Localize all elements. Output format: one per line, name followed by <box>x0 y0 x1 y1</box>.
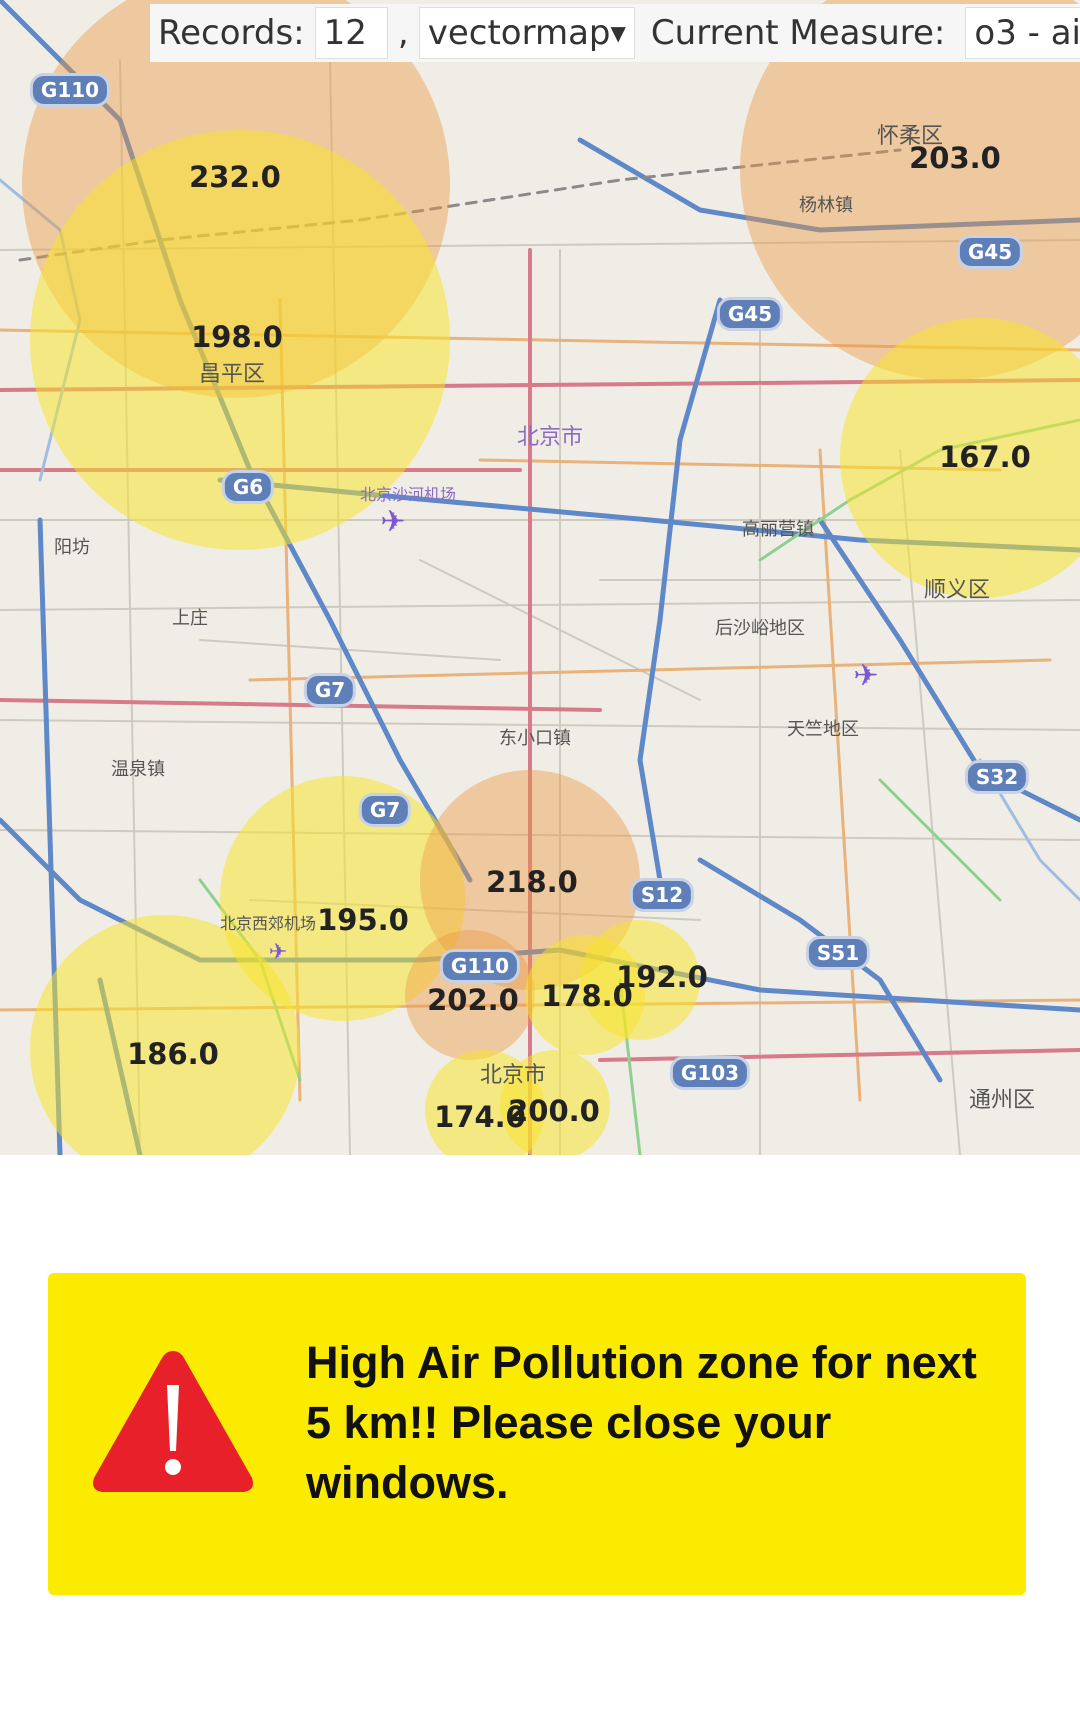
place-label: 通州区 <box>968 1088 1036 1113</box>
road-shield: G45 <box>956 235 1024 269</box>
zone-value-label: 192.0 <box>616 960 708 994</box>
airplane-icon: ✈ <box>268 939 288 964</box>
road-shield: G103 <box>669 1056 751 1090</box>
road-shield: G110 <box>439 949 521 983</box>
air-quality-map[interactable]: G110 G45 G45 G6 G7 G7 S12 S51 S32 G110 G… <box>0 0 1080 1155</box>
airplane-icon: ✈ <box>380 505 406 539</box>
records-label: Records: <box>158 13 305 53</box>
place-label: 上庄 <box>172 608 208 629</box>
road-shield: S12 <box>629 878 695 912</box>
road-shield: G6 <box>221 470 275 504</box>
road-shield: G7 <box>358 793 412 827</box>
zone-value-label: 203.0 <box>909 141 1001 175</box>
road-shield: G7 <box>303 673 357 707</box>
map-toolbar: Records: 12 , vectormap ▼ Current Measur… <box>150 4 1080 62</box>
zone-value-label: 167.0 <box>939 440 1031 474</box>
records-input[interactable]: 12 <box>314 7 388 59</box>
place-label: 北京市 <box>479 1063 547 1088</box>
zone-value-label: 198.0 <box>191 320 283 354</box>
layer-select[interactable]: vectormap ▼ <box>418 7 635 59</box>
alert-message: High Air Pollution zone for next 5 km!! … <box>306 1337 977 1508</box>
place-label: 后沙峪地区 <box>715 618 805 639</box>
place-label: 杨林镇 <box>799 195 853 216</box>
place-label: 北京市 <box>516 425 584 450</box>
zone-value-label: 186.0 <box>127 1037 219 1071</box>
pollution-alert-banner: High Air Pollution zone for next 5 km!! … <box>48 1273 1026 1595</box>
separator: , <box>397 13 409 53</box>
road-shield: G45 <box>716 297 784 331</box>
zone-value-label: 218.0 <box>486 865 578 899</box>
place-label: 阳坊 <box>54 537 90 558</box>
zone-value-label: 195.0 <box>317 903 409 937</box>
layer-select-value: vectormap <box>427 13 611 53</box>
place-label: 昌平区 <box>198 362 266 387</box>
place-label: 北京西郊机场 <box>219 914 317 933</box>
measure-select[interactable]: o3 - ai <box>965 7 1080 59</box>
airplane-icon: ✈ <box>853 659 879 693</box>
road-shield: G110 <box>29 73 111 107</box>
road-shield: S32 <box>964 760 1030 794</box>
zone-value-label: 232.0 <box>189 160 281 194</box>
place-label: 北京沙河机场 <box>359 485 457 504</box>
place-label: 顺义区 <box>923 578 991 603</box>
place-label: 天竺地区 <box>787 719 859 740</box>
place-label: 东小口镇 <box>499 728 571 749</box>
zone-value-label: 202.0 <box>427 983 519 1017</box>
zone-value-label: 200.0 <box>508 1094 600 1128</box>
chevron-down-icon: ▼ <box>610 21 626 45</box>
place-label: 高丽营镇 <box>742 519 814 540</box>
measure-label: Current Measure: <box>650 13 946 53</box>
road-shield: S51 <box>805 936 871 970</box>
warning-triangle-icon <box>93 1351 253 1492</box>
place-label: 温泉镇 <box>111 759 165 780</box>
